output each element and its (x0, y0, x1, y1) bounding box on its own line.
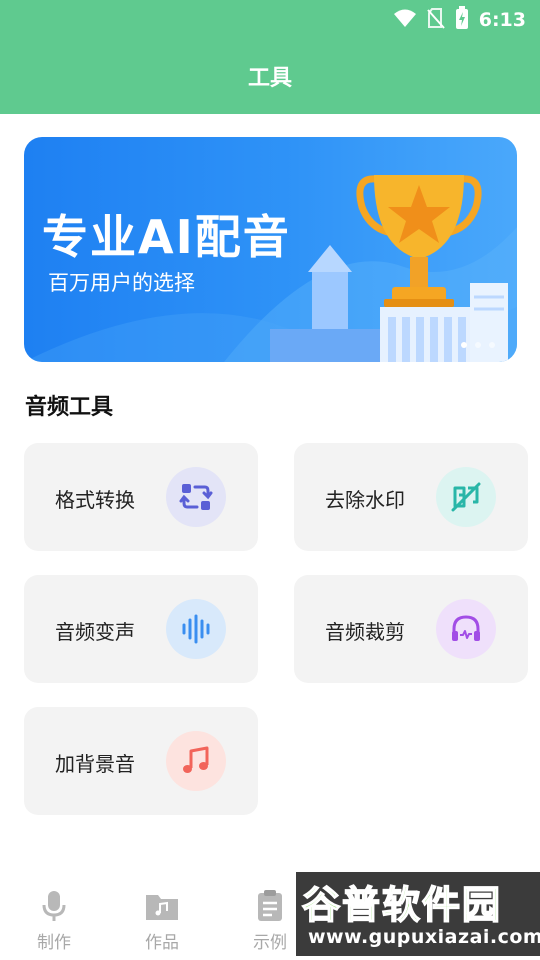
section-title: 音频工具 (25, 395, 114, 420)
tool-label: 去除水印 (325, 488, 405, 512)
watermark-name: 谷普软件园 (301, 882, 503, 928)
no-sim-icon (426, 7, 445, 33)
music-note-icon (166, 731, 226, 791)
tool-audio-trim[interactable]: 音频裁剪 (294, 575, 528, 683)
tool-add-bgm[interactable]: 加背景音 (24, 707, 258, 815)
tool-label: 音频变声 (55, 620, 135, 644)
tool-label: 加背景音 (55, 752, 135, 776)
nav-item-works[interactable]: 作品 (132, 888, 192, 953)
carousel-indicator[interactable] (461, 342, 495, 348)
wifi-icon (393, 7, 417, 33)
battery-charging-icon (455, 6, 469, 34)
page-title: 工具 (247, 66, 292, 91)
nav-label: 制作 (37, 933, 71, 953)
folder-music-icon (132, 888, 192, 924)
convert-icon (166, 467, 226, 527)
status-bar: 6:13 (0, 0, 540, 36)
headphones-icon (436, 599, 496, 659)
nav-label: 作品 (145, 933, 179, 953)
banner-title: 专业AI配音 (42, 210, 291, 264)
app-bar: 工具 (0, 36, 540, 114)
nav-item-examples[interactable]: 示例 (240, 888, 300, 953)
clipboard-icon (240, 888, 300, 924)
carousel-dot[interactable] (461, 342, 467, 348)
tool-remove-watermark[interactable]: 去除水印 (294, 443, 528, 551)
tool-format-convert[interactable]: 格式转换 (24, 443, 258, 551)
carousel-dot[interactable] (489, 342, 495, 348)
microphone-icon (24, 888, 84, 924)
site-watermark: 谷普软件园 www.gupuxiazai.com (296, 872, 540, 956)
voice-wave-icon (166, 599, 226, 659)
nav-item-make[interactable]: 制作 (24, 888, 84, 953)
watermark-remove-icon (436, 467, 496, 527)
carousel-dot[interactable] (475, 342, 481, 348)
tool-label: 音频裁剪 (325, 620, 405, 644)
watermark-url: www.gupuxiazai.com (308, 926, 540, 948)
nav-label: 示例 (253, 933, 287, 953)
tool-voice-change[interactable]: 音频变声 (24, 575, 258, 683)
banner-subtitle: 百万用户的选择 (48, 271, 195, 295)
promo-banner[interactable]: 专业AI配音 百万用户的选择 (24, 137, 517, 362)
tool-label: 格式转换 (55, 488, 135, 512)
status-time: 6:13 (478, 9, 526, 31)
